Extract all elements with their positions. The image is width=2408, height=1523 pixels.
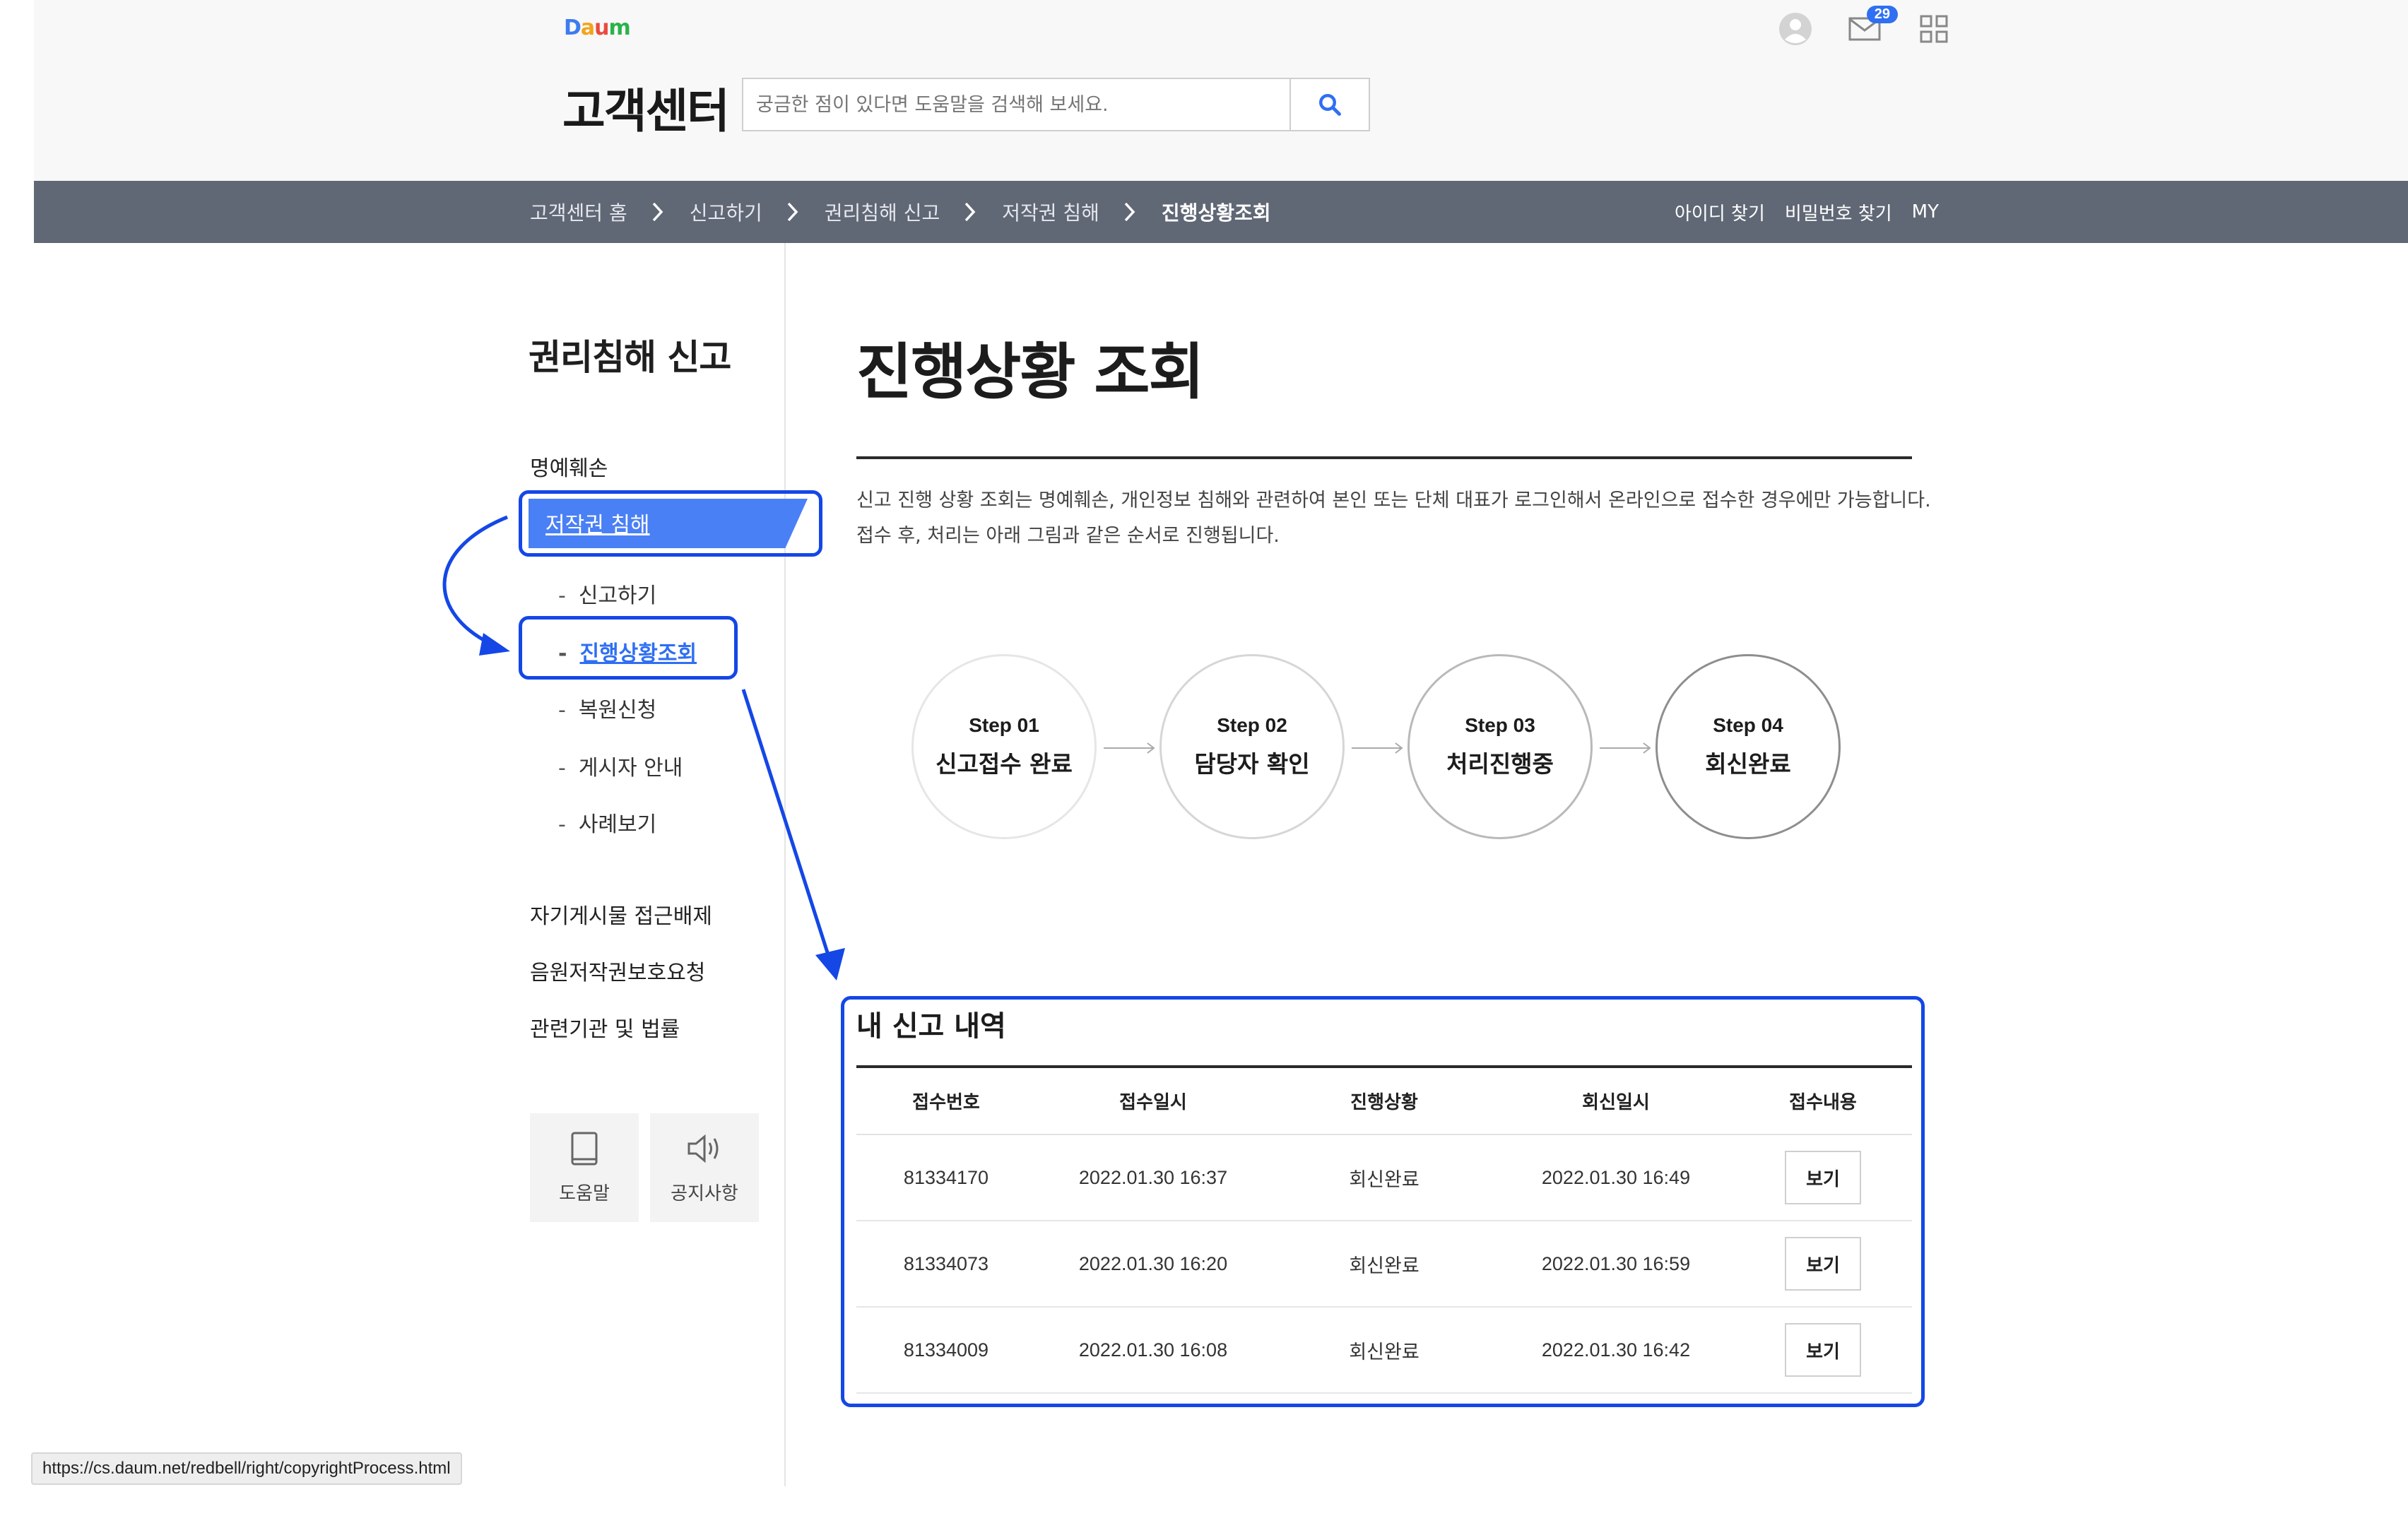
sidebar-subitem-label: 신고하기	[578, 583, 657, 608]
chevron-right-icon	[1123, 201, 1136, 223]
title-divider	[856, 456, 1912, 459]
sidebar-subitem-label: 사례보기	[578, 812, 657, 837]
breadcrumb-copyright[interactable]: 저작권 침해	[1002, 198, 1099, 226]
step-3: Step 03 처리진행중	[1407, 654, 1593, 839]
profile-button[interactable]	[1776, 10, 1814, 48]
step-2: Step 02 담당자 확인	[1159, 654, 1345, 839]
step-number: Step 01	[969, 714, 1039, 736]
chevron-right-icon	[964, 201, 976, 223]
annotation-highlight-history	[841, 996, 1925, 1407]
page-title: 진행상황 조회	[856, 337, 1205, 408]
sidebar-subitem-report[interactable]: - 신고하기	[558, 578, 656, 609]
breadcrumb: 고객센터 홈 신고하기 권리침해 신고 저작권 침해 진행상황조회	[530, 181, 1270, 243]
find-id-link[interactable]: 아이디 찾기	[1675, 199, 1765, 225]
sidebar-subitem-poster-guide[interactable]: - 게시자 안내	[558, 750, 683, 781]
sidebar-item-defamation[interactable]: 명예훼손	[530, 451, 608, 482]
search-button[interactable]	[1289, 79, 1369, 130]
sidebar-item-self-block[interactable]: 자기게시물 접근배제	[530, 899, 712, 930]
logo-letter-d: D	[564, 16, 582, 40]
sidebar-subitem-cases[interactable]: - 사례보기	[558, 807, 656, 838]
step-1: Step 01 신고접수 완료	[911, 654, 1097, 839]
sidebar-item-law[interactable]: 관련기관 및 법률	[530, 1012, 680, 1043]
sidebar-subitem-restore[interactable]: - 복원신청	[558, 692, 656, 723]
page-left-margin	[0, 0, 34, 1523]
sidebar-title: 권리침해 신고	[529, 337, 731, 378]
account-links: 아이디 찾기 비밀번호 찾기 MY	[1675, 181, 1939, 243]
help-shortcut-label: 도움말	[559, 1183, 610, 1204]
step-name: 처리진행중	[1446, 750, 1554, 778]
notice-shortcut-label: 공지사항	[671, 1183, 738, 1204]
chevron-right-icon	[651, 201, 664, 223]
find-password-link[interactable]: 비밀번호 찾기	[1785, 199, 1892, 225]
logo-letter-u: u	[594, 16, 609, 40]
logo-letter-a: a	[580, 16, 595, 40]
help-shortcut[interactable]: 도움말	[530, 1113, 639, 1222]
step-number: Step 03	[1465, 714, 1535, 736]
page-description: 신고 진행 상황 조회는 명예훼손, 개인정보 침해와 관련하여 본인 또는 단…	[856, 483, 1931, 554]
my-link[interactable]: MY	[1912, 201, 1939, 223]
book-icon	[571, 1132, 598, 1165]
step-name: 회신완료	[1705, 750, 1791, 778]
sidebar-subitem-label: 게시자 안내	[578, 756, 683, 781]
logo-letter-m: m	[608, 16, 631, 40]
mail-count-badge: 29	[1866, 6, 1898, 23]
step-name: 담당자 확인	[1194, 750, 1310, 778]
annotation-highlight-progress	[519, 616, 738, 680]
search-icon	[1319, 94, 1341, 116]
step-number: Step 04	[1713, 714, 1783, 736]
chevron-right-icon	[786, 201, 799, 223]
sidebar-item-music[interactable]: 음원저작권보호요청	[530, 955, 705, 986]
grid-menu-icon	[1920, 15, 1948, 43]
search-box	[742, 78, 1370, 131]
daum-logo[interactable]: Daum	[564, 16, 631, 40]
arrow-right-icon	[1104, 742, 1155, 754]
arrow-right-icon	[1600, 742, 1651, 754]
arrow-right-icon	[1352, 742, 1403, 754]
service-menu-button[interactable]	[1915, 10, 1953, 48]
process-steps: Step 01 신고접수 완료 Step 02 담당자 확인 Step 03 처…	[911, 654, 1844, 841]
breadcrumb-bar: 고객센터 홈 신고하기 권리침해 신고 저작권 침해 진행상황조회 아이디 찾기…	[34, 181, 2408, 243]
link-preview-statusbar: https://cs.daum.net/redbell/right/copyri…	[31, 1452, 462, 1485]
step-4: Step 04 회신완료	[1656, 654, 1841, 839]
breadcrumb-report[interactable]: 신고하기	[690, 198, 762, 226]
step-number: Step 02	[1217, 714, 1287, 736]
customer-center-title[interactable]: 고객센터	[562, 73, 730, 141]
description-line: 신고 진행 상황 조회는 명예훼손, 개인정보 침해와 관련하여 본인 또는 단…	[856, 490, 1931, 511]
step-name: 신고접수 완료	[936, 750, 1073, 778]
notice-shortcut[interactable]: 공지사항	[650, 1113, 759, 1222]
description-line: 접수 후, 처리는 아래 그림과 같은 순서로 진행됩니다.	[856, 525, 1280, 547]
mail-button[interactable]: 29	[1846, 6, 1898, 48]
annotation-highlight-copyright	[519, 490, 822, 557]
sidebar-subitem-label: 복원신청	[578, 698, 657, 723]
site-header: Daum 고객센터 29	[34, 0, 2408, 181]
breadcrumb-current: 진행상황조회	[1161, 201, 1271, 225]
search-input[interactable]	[743, 79, 1289, 130]
breadcrumb-home[interactable]: 고객센터 홈	[530, 198, 627, 226]
breadcrumb-rights-report[interactable]: 권리침해 신고	[825, 198, 940, 226]
speaker-icon	[687, 1134, 719, 1163]
avatar-icon	[1779, 13, 1812, 45]
header-utility-icons: 29	[1776, 6, 1953, 48]
sidebar-divider	[784, 243, 786, 1486]
